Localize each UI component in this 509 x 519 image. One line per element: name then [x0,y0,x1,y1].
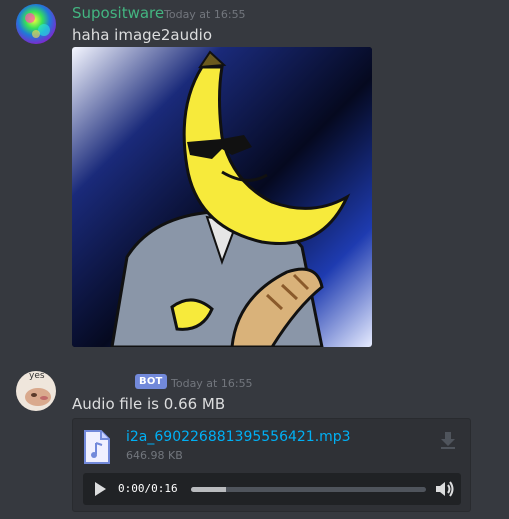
avatar-supositware[interactable] [16,4,56,44]
audio-player: 0:00/0:16 [83,473,461,505]
volume-icon[interactable] [435,480,455,502]
avatar-bot[interactable]: yes [16,371,56,411]
image-attachment[interactable] [72,47,372,347]
timestamp: Today at 16:55 [164,8,246,21]
time-display: 0:00/0:16 [118,482,178,495]
message-text: haha image2audio [72,26,212,44]
avatar-text: yes [29,371,45,381]
seek-bar[interactable] [191,487,426,492]
file-name-link[interactable]: i2a_690226881395556421.mp3 [126,429,351,445]
audio-attachment: i2a_690226881395556421.mp3 646.98 KB 0:0… [72,418,471,512]
audio-file-icon [83,429,111,469]
message-text: Audio file is 0.66 MB [72,395,226,413]
duration: 0:16 [151,482,178,495]
buffered-fill [191,487,227,492]
file-size: 646.98 KB [126,449,183,462]
username[interactable]: Supositware [72,4,164,22]
download-icon[interactable] [440,431,456,453]
banana-man-image [72,47,372,347]
current-time: 0:00 [118,482,145,495]
timestamp: Today at 16:55 [171,377,253,390]
bot-badge: BOT [135,374,167,389]
play-icon[interactable] [93,481,107,501]
